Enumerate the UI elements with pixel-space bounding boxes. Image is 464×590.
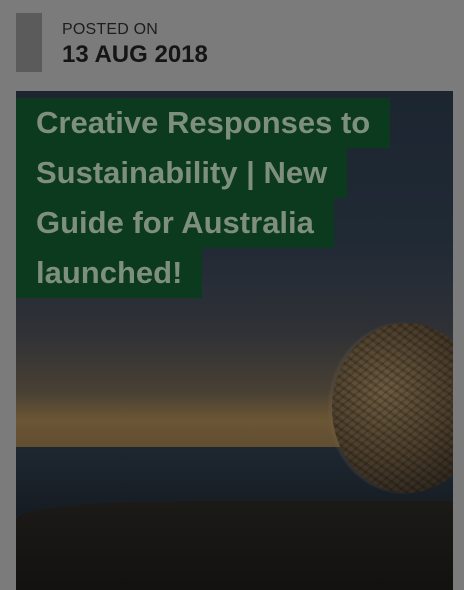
posted-date: 13 AUG 2018 bbox=[62, 41, 208, 68]
post-title[interactable]: Creative Responses to Sustainability | N… bbox=[16, 98, 416, 298]
post-title-line[interactable]: Sustainability | New bbox=[16, 148, 348, 198]
post-title-line[interactable]: Creative Responses to bbox=[16, 98, 391, 148]
post-title-line[interactable]: launched! bbox=[16, 248, 203, 298]
posted-on-label: POSTED ON bbox=[62, 21, 159, 38]
date-text: POSTED ON 13 AUG 2018 bbox=[62, 13, 208, 72]
ground bbox=[16, 501, 453, 590]
post-card: POSTED ON 13 AUG 2018 Creative Responses… bbox=[0, 0, 464, 590]
date-accent-bar bbox=[16, 13, 42, 72]
post-date-block: POSTED ON 13 AUG 2018 bbox=[16, 13, 208, 72]
post-title-line[interactable]: Guide for Australia bbox=[16, 198, 334, 248]
